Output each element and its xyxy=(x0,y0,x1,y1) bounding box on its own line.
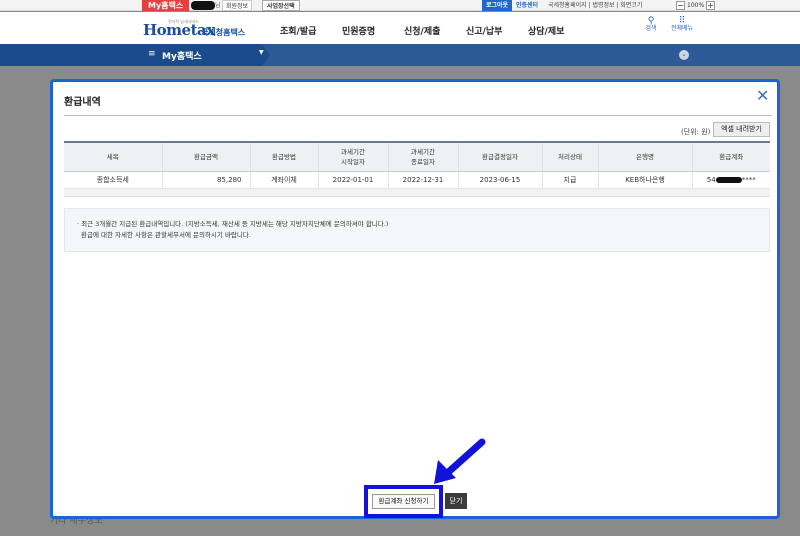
account-suffix: **** xyxy=(741,175,756,184)
zoom-value: 100% xyxy=(687,2,705,9)
utility-links[interactable]: 국세청홈페이지 | 법령정보 | 화면크기 xyxy=(548,0,642,11)
logo-subtitle: 국세청홈택스 xyxy=(201,28,246,37)
cell-tax-item: 종합소득세 xyxy=(64,171,162,189)
search-label: 검색 xyxy=(645,25,657,32)
search-button[interactable]: ⚲ 검색 xyxy=(644,17,658,33)
column-header-period-start: 과세기간 시작일자 xyxy=(317,141,388,172)
grid-menu-icon: ⠿ xyxy=(678,16,686,26)
column-header-status: 처리상태 xyxy=(541,141,598,172)
unit-label: (단위: 원) xyxy=(681,128,711,136)
cert-center-link[interactable]: 인증센터 xyxy=(516,0,538,11)
cell-status: 지급 xyxy=(541,171,598,189)
close-icon[interactable]: ✕ xyxy=(756,88,769,104)
column-header-period-end: 과세기간 종료일자 xyxy=(387,141,458,172)
column-header-method: 환급방법 xyxy=(249,141,318,172)
close-button[interactable]: 닫기 xyxy=(445,493,467,509)
subnav-active-section[interactable] xyxy=(0,44,270,66)
cell-period-end: 2022-12-31 xyxy=(387,171,458,189)
global-nav: 조회/발급 민원증명 신청/제출 신고/납부 상담/제보 xyxy=(280,24,590,37)
top-utility-bar: My홈택스 님 회원정보 사업장선택 로그아웃 인증센터 국세청홈페이지 | 법… xyxy=(0,0,800,11)
zoom-out-button[interactable]: − xyxy=(676,1,685,10)
logout-button[interactable]: 로그아웃 xyxy=(482,0,513,11)
caret-down-icon[interactable]: ▼ xyxy=(259,49,264,56)
sub-navigation-bar: ≡ My홈택스 ▼ ⌄ xyxy=(0,44,800,66)
business-select-button[interactable]: 사업장선택 xyxy=(262,0,300,11)
member-info-link[interactable]: 회원정보 xyxy=(222,0,253,11)
cell-account: 54 **** xyxy=(691,171,770,189)
cell-period-start: 2022-01-01 xyxy=(317,171,388,189)
notice-box: · 최근 3개월간 지급된 환급내역입니다. (지방소득세, 재산세 등 지방세… xyxy=(64,208,770,252)
gnb-item-apply[interactable]: 신청/제출 xyxy=(404,24,466,37)
all-menu-button[interactable]: ⠿ 전체메뉴 xyxy=(668,17,696,33)
excel-download-button[interactable]: 엑셀 내려받기 xyxy=(713,122,770,137)
search-icon: ⚲ xyxy=(647,16,655,26)
table-row[interactable]: 종합소득세 85,280 계좌이체 2022-01-01 2022-12-31 … xyxy=(64,171,770,189)
zoom-control: − 100% + xyxy=(676,1,716,10)
user-name-redacted xyxy=(191,1,215,10)
column-header-tax-item: 세목 xyxy=(64,141,162,172)
chevron-down-circle-icon[interactable]: ⌄ xyxy=(679,50,689,60)
refund-history-modal: 환급내역 ✕ (단위: 원) 엑셀 내려받기 세목 환급금액 환급방법 과세기간… xyxy=(50,79,780,519)
table-footer-strip xyxy=(64,189,770,197)
title-divider xyxy=(64,115,772,116)
cell-method: 계좌이체 xyxy=(249,171,318,189)
notice-line-1: · 최근 3개월간 지급된 환급내역입니다. (지방소득세, 재산세 등 지방세… xyxy=(77,220,389,228)
account-prefix: 54 xyxy=(706,175,716,184)
all-menu-label: 전체메뉴 xyxy=(670,25,694,32)
gnb-item-consult[interactable]: 상담/제보 xyxy=(528,24,590,37)
gnb-item-civil-cert[interactable]: 민원증명 xyxy=(342,24,404,37)
hamburger-icon[interactable]: ≡ xyxy=(148,49,156,59)
cell-bank: KEB하나은행 xyxy=(597,171,692,189)
annotation-arrow-icon xyxy=(434,438,486,484)
zoom-in-button[interactable]: + xyxy=(706,1,716,10)
user-suffix: 님 xyxy=(215,2,221,9)
column-header-bank: 은행명 xyxy=(597,141,692,172)
highlight-box: 환급계좌 신청하기 xyxy=(364,485,443,518)
column-header-account: 환급계좌 xyxy=(691,141,770,172)
gnb-item-inquiry[interactable]: 조회/발급 xyxy=(280,24,342,37)
cell-amount: 85,280 xyxy=(161,171,250,189)
refund-table: 세목 환급금액 환급방법 과세기간 시작일자 과세기간 종료일자 환급결정일자 … xyxy=(64,141,770,189)
site-header: 전자적 납세서비스 Hometax 국세청홈택스 조회/발급 민원증명 신청/제… xyxy=(0,12,800,44)
column-header-amount: 환급금액 xyxy=(161,141,250,172)
gnb-item-report[interactable]: 신고/납부 xyxy=(466,24,528,37)
column-header-decision-date: 환급결정일자 xyxy=(457,141,542,172)
my-hometax-tab[interactable]: My홈택스 xyxy=(142,0,190,11)
notice-line-2: 환급에 대한 자세한 사항은 관할세무서에 문의하시기 바랍니다. xyxy=(81,231,251,239)
modal-title: 환급내역 xyxy=(64,97,101,108)
table-header-row: 세목 환급금액 환급방법 과세기간 시작일자 과세기간 종료일자 환급결정일자 … xyxy=(64,141,770,172)
apply-refund-account-button[interactable]: 환급계좌 신청하기 xyxy=(372,494,435,509)
account-redacted xyxy=(715,176,742,183)
cell-decision-date: 2023-06-15 xyxy=(457,171,542,189)
subnav-title[interactable]: My홈택스 xyxy=(162,49,202,62)
